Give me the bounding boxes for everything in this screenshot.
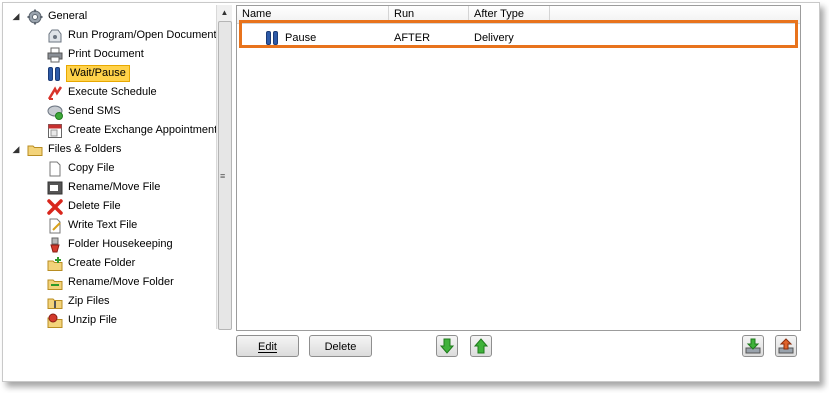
tree-item-run-program[interactable]: Run Program/Open Document: [47, 26, 216, 45]
arrow-down-icon: [439, 338, 455, 354]
grip-icon: ≡: [220, 171, 226, 181]
import-button[interactable]: [742, 335, 764, 357]
column-header-run[interactable]: Run: [389, 6, 469, 23]
rename-folder-icon: [47, 275, 63, 291]
tree-item-label: Print Document: [68, 48, 144, 60]
tree-item-execute-schedule[interactable]: Execute Schedule: [47, 83, 159, 102]
tree-item-label: Rename/Move Folder: [68, 276, 174, 288]
actions-list[interactable]: Name Run After Type Pause AFTER Delivery: [236, 5, 801, 331]
column-header-after-type[interactable]: After Type: [469, 6, 550, 23]
delete-button-label: Delete: [324, 341, 357, 353]
tree-item-create-folder[interactable]: Create Folder: [47, 254, 137, 273]
tree-item-label: Unzip File: [68, 314, 117, 326]
edit-button[interactable]: Edit: [236, 335, 299, 357]
tree-item-label: Delete File: [68, 200, 121, 212]
tree-group-label: Files & Folders: [48, 143, 122, 155]
zip-icon: [47, 294, 63, 310]
move-up-button[interactable]: [470, 335, 492, 357]
tree-item-delete-file[interactable]: Delete File: [47, 197, 123, 216]
action-tree: ◢ General Run Program/Open Document Prin…: [7, 5, 216, 329]
printer-icon: [47, 47, 63, 63]
column-header-name[interactable]: Name: [237, 6, 389, 23]
tree-item-label: Run Program/Open Document: [68, 29, 216, 41]
create-folder-icon: [47, 256, 63, 272]
unzip-icon: [47, 313, 63, 329]
calendar-icon: [47, 123, 63, 139]
tree-item-label: Create Folder: [68, 257, 136, 269]
tree-item-create-exchange-appointment[interactable]: Create Exchange Appointment: [47, 121, 216, 140]
cell-run: AFTER: [394, 32, 431, 44]
pause-icon: [265, 30, 279, 46]
tree-item-label: Create Exchange Appointment: [68, 124, 216, 136]
tree-item-print-document[interactable]: Print Document: [47, 45, 146, 64]
tree-group-label: General: [48, 10, 88, 22]
scroll-up-arrow-icon[interactable]: ▲: [217, 5, 232, 20]
import-icon: [745, 338, 761, 354]
file-icon: [47, 161, 63, 177]
folder-icon: [27, 142, 43, 158]
tree-item-label: Wait/Pause: [66, 65, 130, 82]
sms-icon: [47, 104, 63, 120]
export-icon: [778, 338, 794, 354]
tree-item-label: Copy File: [68, 162, 115, 174]
tree-group-general[interactable]: ◢ General: [11, 7, 89, 26]
tree-item-label: Send SMS: [68, 105, 121, 117]
tree-item-label: Execute Schedule: [68, 86, 157, 98]
table-row[interactable]: Pause AFTER Delivery: [237, 27, 800, 49]
gear-icon: [27, 9, 43, 25]
tree-item-label: Write Text File: [68, 219, 138, 231]
run-program-icon: [47, 28, 63, 44]
tree-item-label: Folder Housekeeping: [68, 238, 173, 250]
tree-item-wait-pause[interactable]: Wait/Pause: [47, 64, 130, 83]
tree-item-label: Rename/Move File: [68, 181, 161, 193]
tree-group-files-folders[interactable]: ◢ Files & Folders: [11, 140, 123, 159]
tree-item-unzip-file[interactable]: Unzip File: [47, 311, 119, 329]
tree-item-label: Zip Files: [68, 295, 110, 307]
arrow-up-icon: [473, 338, 489, 354]
tree-scrollbar[interactable]: ▲ ≡: [216, 5, 232, 330]
tree-item-rename-move-file[interactable]: Rename/Move File: [47, 178, 162, 197]
cell-name: Pause: [260, 27, 389, 49]
tree-item-rename-move-folder[interactable]: Rename/Move Folder: [47, 273, 176, 292]
delete-icon: [47, 198, 63, 215]
delete-button[interactable]: Delete: [309, 335, 372, 357]
write-file-icon: [47, 218, 63, 234]
pause-icon: [47, 66, 63, 82]
tree-item-send-sms[interactable]: Send SMS: [47, 102, 123, 121]
collapse-arrow-icon[interactable]: ◢: [11, 140, 21, 159]
tree-item-zip-files[interactable]: Zip Files: [47, 292, 112, 311]
cell-after-type: Delivery: [474, 32, 514, 44]
custom-actions-panel: ◢ General Run Program/Open Document Prin…: [2, 2, 820, 382]
move-down-button[interactable]: [436, 335, 458, 357]
collapse-arrow-icon[interactable]: ◢: [11, 7, 21, 26]
tree-item-write-text-file[interactable]: Write Text File: [47, 216, 139, 235]
tree-item-copy-file[interactable]: Copy File: [47, 159, 116, 178]
housekeeping-icon: [47, 237, 63, 253]
execute-schedule-icon: [47, 85, 63, 101]
export-button[interactable]: [775, 335, 797, 357]
edit-button-label: Edit: [258, 341, 277, 353]
list-header: Name Run After Type: [237, 6, 800, 24]
row-name-text: Pause: [285, 32, 317, 44]
tree-item-folder-housekeeping[interactable]: Folder Housekeeping: [47, 235, 175, 254]
rename-file-icon: [47, 180, 63, 196]
